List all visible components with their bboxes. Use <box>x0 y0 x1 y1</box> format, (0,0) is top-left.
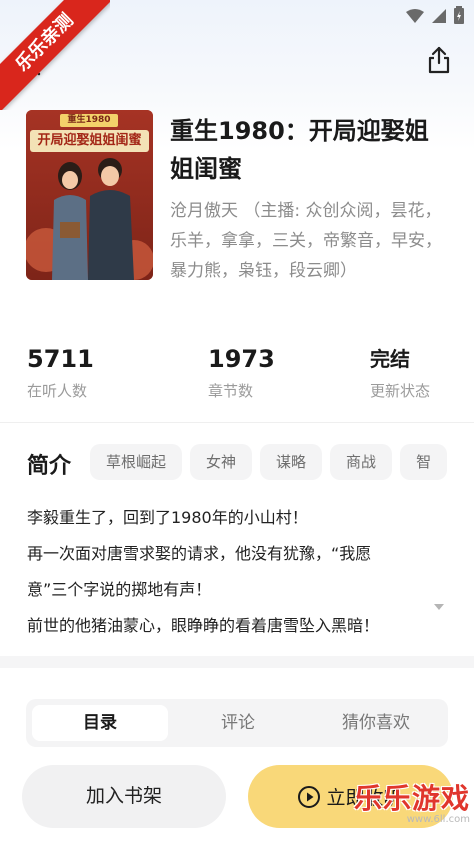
share-icon <box>428 46 450 74</box>
signal-icon <box>432 8 446 27</box>
tag-chip[interactable]: 女神 <box>190 444 253 480</box>
tab-comments[interactable]: 评论 <box>170 705 306 741</box>
intro-line: 意”三个字说的掷地有声！ <box>27 580 212 599</box>
book-cover[interactable]: 重生1980 开局迎娶姐姐闺蜜 <box>26 110 153 280</box>
stat-value: 完结 <box>370 347 410 371</box>
stat-label: 章节数 <box>208 382 254 400</box>
stat-label: 在听人数 <box>27 382 88 400</box>
intro-line: 李毅重生了，回到了1980年的小山村！ <box>27 508 308 527</box>
corner-ribbon: 乐乐亲测 <box>0 0 110 110</box>
book-author: 沧月傲天 （主播: 众创众阅，昙花，乐羊，拿拿，三关，帝繁音，早安，暴力熊，枭钰… <box>170 201 442 281</box>
play-icon <box>298 785 321 808</box>
stat-label: 更新状态 <box>370 382 431 400</box>
ribbon-text: 乐乐亲测 <box>0 0 110 110</box>
intro-line: 再一次面对唐雪求娶的请求，他没有犹豫，“我愿 <box>27 544 372 563</box>
battery-icon <box>454 6 464 28</box>
section-separator <box>0 656 474 668</box>
watermark: 乐乐游戏 www.6ll.com <box>354 784 470 826</box>
stat-value: 1973 <box>208 345 275 373</box>
stat-listeners: 5711 在听人数 <box>27 344 94 401</box>
expand-caret-icon[interactable] <box>434 604 444 610</box>
tag-list[interactable]: 草根崛起 女神 谋略 商战智 <box>90 444 474 482</box>
stat-chapters: 1973 章节数 <box>208 344 275 401</box>
wifi-icon <box>406 8 424 27</box>
book-title: 重生1980：开局迎娶姐姐闺蜜 <box>170 117 429 183</box>
intro-description[interactable]: 李毅重生了，回到了1980年的小山村！ 再一次面对唐雪求娶的请求，他没有犹豫，“… <box>27 500 447 644</box>
tag-chip[interactable]: 谋略 <box>260 444 323 480</box>
cover-banner-small: 重生1980 <box>67 115 111 125</box>
tab-bar: 目录 评论 猜你喜欢 <box>26 699 448 747</box>
tag-chip[interactable]: 商战 <box>330 444 393 480</box>
tab-recommend[interactable]: 猜你喜欢 <box>308 705 444 741</box>
tab-catalog[interactable]: 目录 <box>32 705 168 741</box>
tag-chip[interactable]: 草根崛起 <box>90 444 183 480</box>
cover-banner-title: 开局迎娶姐姐闺蜜 <box>37 133 142 148</box>
divider <box>0 422 474 423</box>
stat-status: 完结 更新状态 <box>370 344 430 401</box>
watermark-sub: www.6ll.com <box>406 814 470 825</box>
intro-line: 前世的他猪油蒙心，眼睁睁的看着唐雪坠入黑暗！ <box>27 616 380 635</box>
tag-chip[interactable]: 智 <box>400 444 448 480</box>
intro-heading: 简介 <box>27 454 72 479</box>
add-to-shelf-button[interactable]: 加入书架 <box>22 765 226 828</box>
share-button[interactable] <box>426 46 452 74</box>
watermark-main: 乐乐游戏 <box>353 782 470 815</box>
stat-value: 5711 <box>27 345 94 373</box>
stats-row: 5711 在听人数 1973 章节数 完结 更新状态 <box>0 344 474 414</box>
